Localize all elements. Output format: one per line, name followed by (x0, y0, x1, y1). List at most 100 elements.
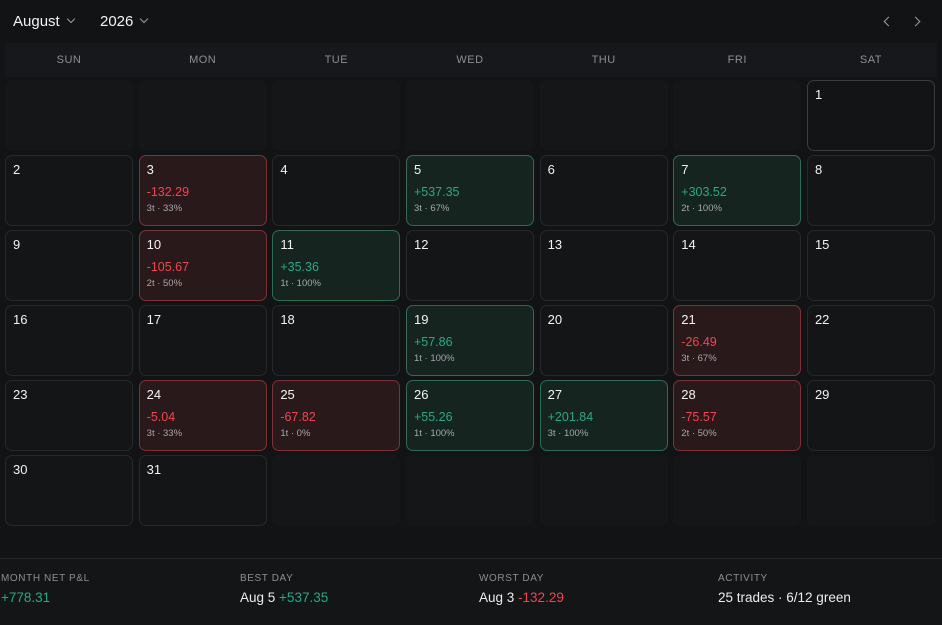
day-cell-11[interactable]: 11 +35.36 1t · 100% (272, 230, 401, 301)
day-number: 15 (814, 237, 830, 252)
day-cell-14[interactable]: 14 (673, 230, 802, 301)
day-number: 17 (146, 312, 162, 327)
day-number: 9 (13, 237, 21, 252)
year-label: 2026 (100, 12, 134, 30)
day-number: 16 (13, 312, 28, 327)
day-number: 2 (13, 162, 21, 177)
empty-cell (272, 80, 401, 151)
day-cell-13[interactable]: 13 (539, 230, 668, 301)
day-number: 10 (146, 237, 162, 252)
day-number: 7 (681, 162, 689, 177)
day-cell-21[interactable]: 21 -26.49 3t · 67% (673, 305, 802, 376)
day-trade-summary: 3t · 67% (681, 353, 717, 364)
day-number: 30 (13, 462, 28, 477)
month-label: August (13, 12, 60, 30)
day-pnl: -5.04 (146, 410, 176, 424)
day-cell-8[interactable]: 8 (806, 155, 935, 226)
day-cell-7[interactable]: 7 +303.52 2t · 100% (673, 155, 802, 226)
day-cell-30[interactable]: 30 (5, 455, 133, 526)
day-number: 29 (814, 387, 830, 402)
worst-day-stat: WORST DAY Aug 3 -132.29 (479, 573, 564, 605)
day-cell-4[interactable]: 4 (272, 155, 401, 226)
best-day-value: Aug 5 +537.35 (240, 590, 328, 605)
net-pnl-label: MONTH NET P&L (1, 573, 90, 584)
weekday-label: SUN (56, 54, 82, 66)
weekday-header-row: SUN MON TUE WED THU FRI SAT (5, 43, 937, 77)
day-number: 1 (814, 87, 823, 102)
day-cell-25[interactable]: 25 -67.82 1t · 0% (272, 380, 401, 451)
day-trade-summary: 3t · 100% (547, 428, 589, 439)
day-trade-summary: 2t · 100% (681, 203, 722, 214)
day-number: 12 (413, 237, 429, 252)
worst-day-value: Aug 3 -132.29 (479, 590, 564, 605)
empty-cell (673, 455, 802, 526)
previous-month-button[interactable] (877, 11, 897, 31)
empty-cell (405, 455, 534, 526)
weekday-label: FRI (727, 54, 747, 66)
day-cell-16[interactable]: 16 (5, 305, 133, 376)
next-month-button[interactable] (907, 11, 927, 31)
day-pnl: -105.67 (146, 260, 190, 274)
day-trade-summary: 3t · 33% (146, 428, 183, 439)
day-cell-12[interactable]: 12 (405, 230, 534, 301)
net-pnl-value: +778.31 (1, 590, 51, 605)
day-pnl: +303.52 (681, 185, 727, 199)
day-cell-28[interactable]: 28 -75.57 2t · 50% (673, 380, 802, 451)
day-number: 18 (280, 312, 295, 327)
empty-cell (806, 455, 935, 526)
day-cell-24[interactable]: 24 -5.04 3t · 33% (138, 380, 267, 451)
calendar-header: August 2026 (0, 0, 942, 42)
day-trade-summary: 2t · 50% (146, 278, 183, 289)
chevron-down-icon (140, 14, 149, 24)
day-cell-19[interactable]: 19 +57.86 1t · 100% (405, 305, 534, 376)
day-pnl: +35.36 (280, 260, 319, 274)
day-cell-20[interactable]: 20 (539, 305, 668, 376)
year-selector[interactable]: 2026 (100, 11, 149, 31)
day-cell-10[interactable]: 10 -105.67 2t · 50% (138, 230, 267, 301)
day-number: 26 (413, 387, 429, 402)
day-cell-17[interactable]: 17 (138, 305, 267, 376)
day-cell-31[interactable]: 31 (138, 455, 267, 526)
day-cell-15[interactable]: 15 (806, 230, 935, 301)
day-number: 5 (413, 162, 422, 177)
day-cell-2[interactable]: 2 (5, 155, 133, 226)
day-pnl: -75.57 (681, 410, 717, 424)
day-number: 24 (146, 387, 162, 402)
day-cell-18[interactable]: 18 (272, 305, 401, 376)
empty-cell (673, 80, 802, 151)
weekday-label: SAT (859, 54, 882, 66)
day-cell-22[interactable]: 22 (806, 305, 935, 376)
worst-day-date: Aug 3 (479, 590, 515, 605)
day-cell-29[interactable]: 29 (806, 380, 935, 451)
day-trade-summary: 1t · 100% (280, 278, 321, 289)
day-cell-5[interactable]: 5 +537.35 3t · 67% (405, 155, 534, 226)
day-cell-9[interactable]: 9 (5, 230, 133, 301)
day-pnl: +55.26 (413, 410, 453, 424)
day-number: 3 (146, 162, 154, 177)
calendar-grid: 1 2 3 -132.29 3t · 33% 4 5 +537.35 3t · 67% 6 7 +30… (5, 80, 937, 526)
weekday-label: WED (456, 54, 484, 66)
weekday-label: MON (189, 54, 217, 66)
day-pnl: +57.86 (413, 335, 453, 349)
day-number: 14 (681, 237, 696, 252)
month-summary: MONTH NET P&L +778.31 BEST DAY Aug 5 +53… (0, 559, 942, 625)
empty-cell (272, 455, 401, 526)
day-cell-1[interactable]: 1 (806, 80, 935, 151)
day-number: 27 (547, 387, 563, 402)
day-number: 4 (280, 162, 288, 177)
day-cell-23[interactable]: 23 (5, 380, 133, 451)
empty-cell (405, 80, 534, 151)
empty-cell (5, 80, 133, 151)
best-day-amount: +537.35 (279, 590, 329, 605)
day-pnl: +537.35 (413, 185, 460, 199)
day-cell-6[interactable]: 6 (539, 155, 668, 226)
best-day-stat: BEST DAY Aug 5 +537.35 (240, 573, 328, 605)
day-number: 20 (547, 312, 563, 327)
worst-day-amount: -132.29 (518, 590, 564, 605)
month-selector[interactable]: August (13, 11, 75, 31)
day-cell-27[interactable]: 27 +201.84 3t · 100% (539, 380, 668, 451)
day-trade-summary: 3t · 33% (146, 203, 183, 214)
day-cell-26[interactable]: 26 +55.26 1t · 100% (405, 380, 534, 451)
day-cell-3[interactable]: 3 -132.29 3t · 33% (138, 155, 267, 226)
day-trade-summary: 1t · 0% (280, 428, 311, 439)
